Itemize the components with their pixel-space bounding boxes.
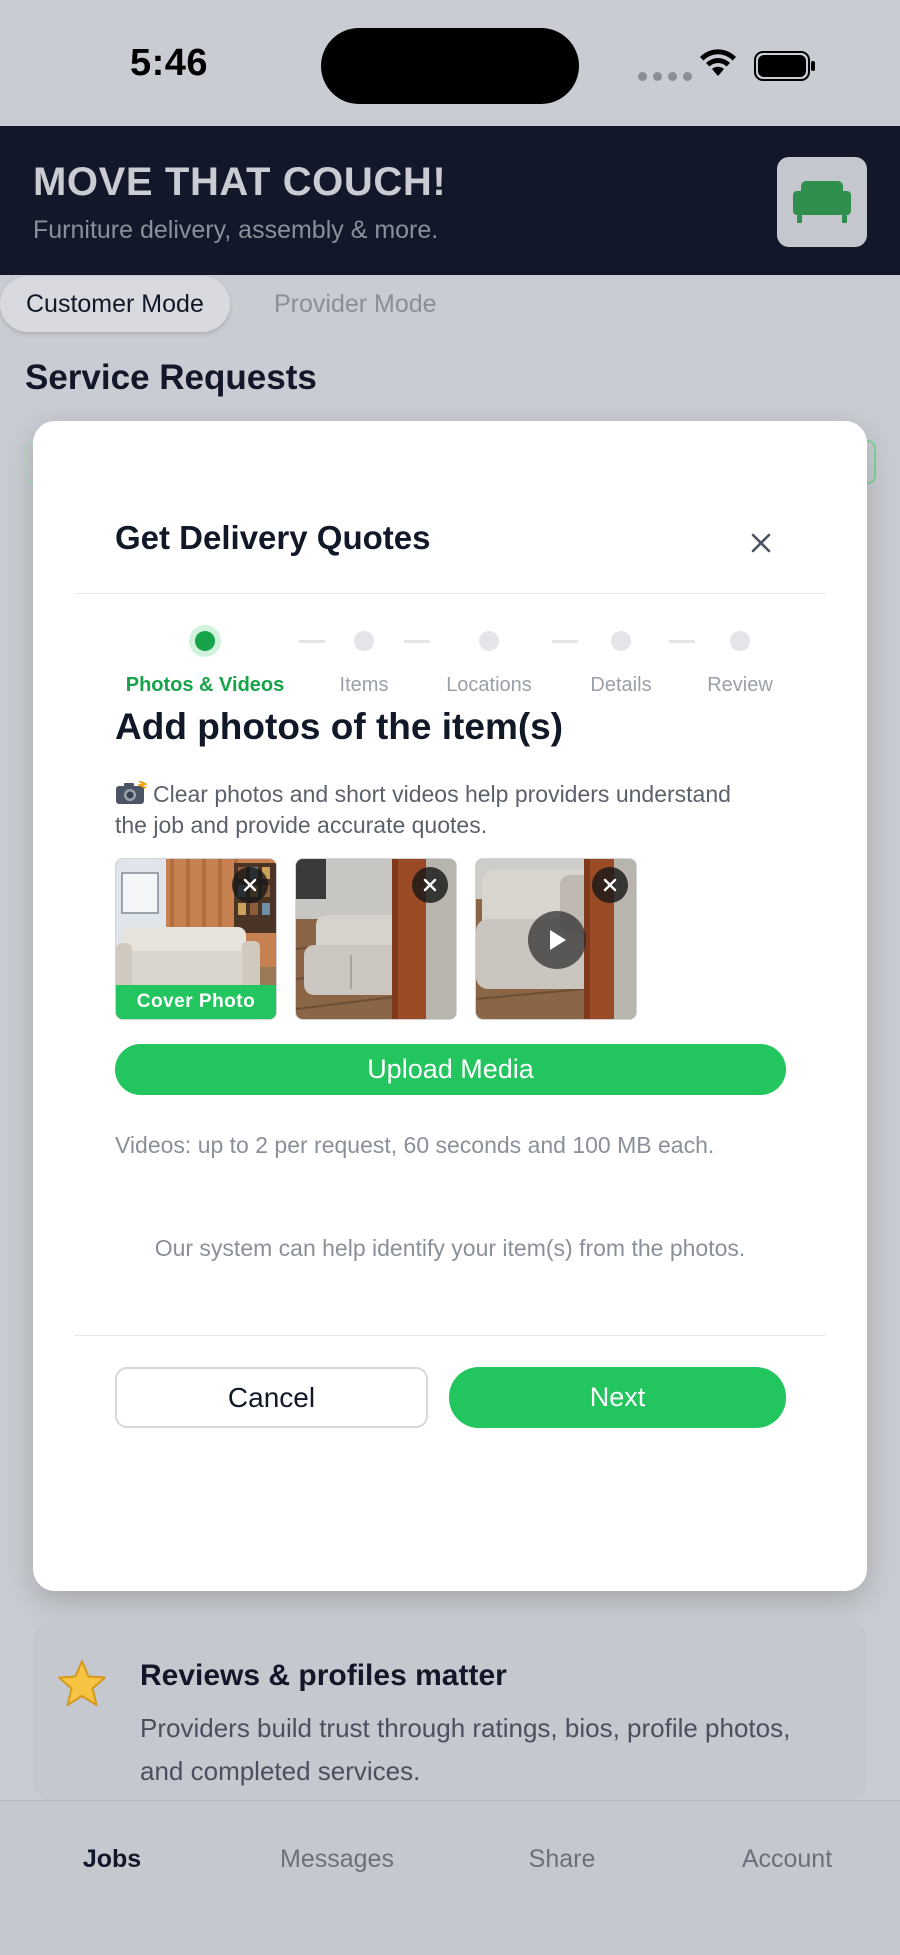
step-connector xyxy=(404,640,430,643)
couch-logo-icon xyxy=(777,157,867,247)
step-description: Clear photos and short videos help provi… xyxy=(115,779,755,841)
mode-tabs: Customer Mode Provider Mode xyxy=(0,276,900,332)
play-icon[interactable] xyxy=(528,911,586,969)
step-label-items: Items xyxy=(339,674,389,696)
delivery-quotes-modal: Get Delivery Quotes Photos & Videos Item… xyxy=(33,421,867,1591)
step-label-review: Review xyxy=(707,674,773,696)
media-thumbnail[interactable]: Cover Photo xyxy=(115,858,277,1020)
cover-photo-badge: Cover Photo xyxy=(116,985,276,1019)
dynamic-island xyxy=(321,28,579,104)
modal-title: Get Delivery Quotes xyxy=(115,519,431,556)
battery-icon xyxy=(754,51,815,81)
nav-jobs[interactable]: Jobs xyxy=(83,1845,141,1874)
info-card-title: Reviews & profiles matter xyxy=(140,1659,507,1692)
tab-customer-mode[interactable]: Customer Mode xyxy=(0,276,230,332)
cellular-signal-icon xyxy=(638,72,692,81)
remove-media-button[interactable] xyxy=(412,867,448,903)
media-thumbnail-video[interactable] xyxy=(475,858,637,1020)
app-title: MOVE THAT COUCH! xyxy=(33,160,447,204)
status-bar: 5:46 xyxy=(0,0,900,126)
close-button[interactable] xyxy=(736,518,786,568)
upload-media-button[interactable]: Upload Media xyxy=(115,1044,786,1095)
step-label-details: Details xyxy=(590,674,652,696)
step-heading: Add photos of the item(s) xyxy=(115,706,564,747)
app-tagline: Furniture delivery, assembly & more. xyxy=(33,216,439,244)
status-time: 5:46 xyxy=(130,42,209,84)
nav-share[interactable]: Share xyxy=(529,1845,596,1874)
step-label-photos-videos: Photos & Videos xyxy=(125,674,285,696)
app-header: MOVE THAT COUCH! Furniture delivery, ass… xyxy=(0,126,900,275)
ai-identify-note: Our system can help identify your item(s… xyxy=(154,1235,746,1261)
step-connector xyxy=(669,640,695,643)
info-card-body: Providers build trust through ratings, b… xyxy=(140,1713,791,1786)
step-dot-active xyxy=(195,631,215,651)
step-connector xyxy=(299,640,325,643)
info-card: Reviews & profiles matter Providers buil… xyxy=(33,1621,867,1801)
tab-provider-mode[interactable]: Provider Mode xyxy=(248,276,463,332)
close-icon xyxy=(751,533,771,553)
camera-flash-icon xyxy=(116,781,147,804)
remove-media-button[interactable] xyxy=(232,867,268,903)
bottom-nav: Jobs Messages Share Account xyxy=(0,1800,900,1955)
nav-account[interactable]: Account xyxy=(742,1845,832,1874)
close-icon xyxy=(243,878,257,892)
cancel-button[interactable]: Cancel xyxy=(115,1367,428,1428)
progress-stepper: Photos & Videos Items Locations Details … xyxy=(33,619,867,699)
step-label-locations: Locations xyxy=(446,674,532,696)
divider xyxy=(74,1335,826,1336)
remove-media-button[interactable] xyxy=(592,867,628,903)
star-icon xyxy=(58,1660,106,1706)
nav-messages[interactable]: Messages xyxy=(280,1845,394,1874)
step-dot xyxy=(730,631,750,651)
video-limits-note: Videos: up to 2 per request, 60 seconds … xyxy=(115,1132,715,1158)
step-dot xyxy=(611,631,631,651)
step-connector xyxy=(552,640,578,643)
step-dot xyxy=(354,631,374,651)
step-description-text: Clear photos and short videos help provi… xyxy=(115,781,731,838)
next-button[interactable]: Next xyxy=(449,1367,786,1428)
divider xyxy=(74,593,826,594)
step-dot xyxy=(479,631,499,651)
wifi-icon xyxy=(700,49,736,76)
close-icon xyxy=(603,878,617,892)
close-icon xyxy=(423,878,437,892)
media-thumbnail[interactable] xyxy=(295,858,457,1020)
section-title: Service Requests xyxy=(25,358,317,397)
